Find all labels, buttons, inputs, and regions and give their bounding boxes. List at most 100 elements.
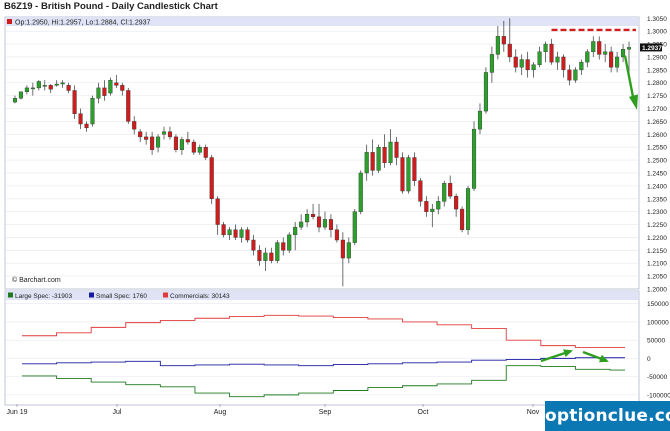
down-arrow-shaft [623,55,636,103]
candle-body [12,98,18,103]
candle-body [257,250,262,261]
candle [346,237,351,264]
candle-body [400,157,405,192]
candle-body [197,146,202,153]
candle-body [567,69,572,81]
last-price-label: 1.2937 [642,45,662,52]
candle-body [412,157,417,181]
price-y-tick-label: 1.3000 [647,29,667,36]
candle-body [203,146,208,158]
price-y-tick-label: 1.2700 [647,106,667,113]
candle-body [483,72,488,112]
candle [161,126,167,140]
candle [102,80,107,101]
candle [30,82,35,96]
candle-body [156,136,161,148]
candle [418,178,423,207]
candle-body [293,226,298,236]
candle-body [161,131,167,135]
candle [114,75,119,88]
price-panel-frame [4,16,640,290]
down-arrow-head [629,94,638,110]
candle [466,185,471,235]
cot-line-large-spec [22,365,625,398]
candle [275,240,280,264]
candle [156,134,161,153]
x-tick-label: Jul [113,409,122,416]
candle [591,36,596,57]
cot-line-commercials [22,314,625,348]
candle-body [466,188,471,230]
candle [239,227,244,243]
candle-body [376,146,381,171]
candle-body [626,47,632,50]
candle [54,80,59,87]
chart-root: B6Z19 - British Pound - Daily Candlestic… [0,0,670,431]
x-axis: Jun 19 Jul Aug Sep Oct Nov [6,404,540,416]
cot-legend-label: Small Spec: 1760 [96,293,147,300]
candle-body [305,214,310,223]
candle-body [585,51,590,63]
candle-body [173,136,178,150]
candle-body [334,229,339,241]
candle-body [275,242,280,261]
cot-legend-swatch [163,292,168,298]
candle-body [436,201,441,210]
candle-body [144,136,149,140]
candle-body [215,198,220,225]
candle-body [185,139,190,143]
candle [376,144,381,173]
x-tick-label: Nov [527,409,540,416]
candle-body [316,216,322,228]
candle-body [531,64,536,71]
candle [460,206,465,233]
candle [84,121,89,132]
price-y-tick-label: 1.2650 [647,119,667,126]
candle-body [364,152,369,174]
candle-body [346,242,351,259]
candle [561,54,566,78]
candle [471,121,477,192]
candle-body [66,85,71,91]
candle [36,80,41,91]
candle [185,131,190,145]
candle [424,196,429,217]
candle [197,144,202,155]
candle [555,51,560,70]
candle [257,245,262,266]
ohlc-header-icon [7,19,12,24]
price-y-tick-label: 1.2000 [647,287,667,294]
candle-body [460,208,465,230]
cot-y-tick-label: 100000 [647,319,669,326]
candle [251,234,256,256]
candle [382,134,387,168]
price-y-tick-label: 1.2550 [647,145,667,152]
candle-body [150,136,155,150]
candle-body [281,242,286,251]
candle-body [477,110,483,130]
cot-line-small-spec [22,357,625,367]
candle-body [448,183,453,197]
candle [120,82,125,96]
candle [358,170,363,215]
candle [191,139,196,155]
candle-body [352,211,357,243]
candle [543,41,548,63]
candle [293,221,298,251]
candle-body [42,85,47,87]
candle [108,77,113,96]
price-y-tick-label: 1.2500 [647,158,667,165]
candle [215,196,220,235]
candle [144,131,149,145]
candle-body [36,81,41,89]
candle-body [179,139,184,150]
cot-legend-label: Large Spec: -31903 [15,293,72,300]
candle-body [167,131,173,138]
candle [18,91,23,100]
candle-body [370,152,375,171]
candle-body [603,51,608,55]
candle-body [120,85,125,91]
candle [78,108,83,130]
candle [454,193,459,217]
candle [615,51,620,73]
